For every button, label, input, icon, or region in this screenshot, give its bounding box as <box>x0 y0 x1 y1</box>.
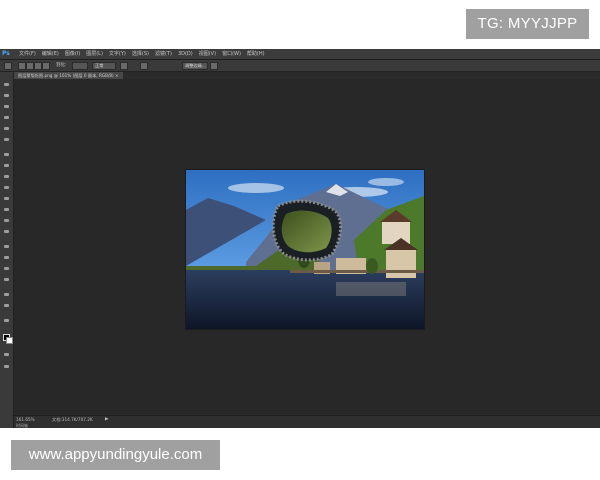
status-menu-arrow-icon[interactable]: ▶ <box>105 417 108 423</box>
menu-bar: Ps 文件(F) 编辑(E) 图像(I) 图层(L) 文字(Y) 选择(S) 滤… <box>0 49 600 60</box>
canvas-area[interactable] <box>14 79 600 414</box>
style-select-value: 正常 <box>95 63 104 68</box>
pen-tool-icon[interactable] <box>3 244 10 249</box>
edit-toolbar-icon[interactable] <box>3 318 10 323</box>
menu-3d[interactable]: 3D(D) <box>175 49 196 59</box>
eyedropper-tool-icon[interactable] <box>3 137 10 142</box>
refine-edge-button[interactable]: 调整边缘... <box>182 62 208 70</box>
dodge-tool-icon[interactable] <box>3 229 10 234</box>
refine-edge-label: 调整边缘... <box>185 63 206 68</box>
document-info: 文档:314.7K/707.2K <box>52 417 93 422</box>
healing-brush-tool-icon[interactable] <box>3 152 10 157</box>
status-bar: 161.65% 文档:314.7K/707.2K ▶ 时间轴 <box>14 415 600 428</box>
document-tab[interactable]: 图层蒙版抠图.png @ 161% (图层 0 副本, RGB/8) × <box>14 72 123 79</box>
screen-mode-icon[interactable] <box>3 364 10 369</box>
menu-help[interactable]: 帮助(H) <box>244 49 268 59</box>
options-extra-icon[interactable] <box>210 62 218 70</box>
menu-image[interactable]: 图像(I) <box>62 49 83 59</box>
lasso-tool-icon[interactable] <box>3 104 10 109</box>
feather-label: 羽化: <box>56 63 67 68</box>
menu-items: 文件(F) 编辑(E) 图像(I) 图层(L) 文字(Y) 选择(S) 滤镜(T… <box>16 49 268 59</box>
hand-tool-icon[interactable] <box>3 292 10 297</box>
add-selection-icon[interactable] <box>26 62 34 70</box>
blur-tool-icon[interactable] <box>3 218 10 223</box>
move-tool-icon[interactable] <box>3 82 10 87</box>
menu-window[interactable]: 窗口(W) <box>219 49 244 59</box>
menu-view[interactable]: 视图(V) <box>196 49 219 59</box>
new-selection-icon[interactable] <box>18 62 26 70</box>
quick-select-tool-icon[interactable] <box>3 115 10 120</box>
zoom-tool-icon[interactable] <box>3 303 10 308</box>
width-swap-icon[interactable] <box>120 62 128 70</box>
tool-preset-icon[interactable] <box>4 62 12 70</box>
menu-type[interactable]: 文字(Y) <box>106 49 129 59</box>
url-watermark: www.appyundingyule.com <box>11 440 220 470</box>
marquee-tool-icon[interactable] <box>3 93 10 98</box>
landscape-photo <box>185 169 425 330</box>
eraser-tool-icon[interactable] <box>3 196 10 201</box>
type-tool-icon[interactable] <box>3 255 10 260</box>
options-bar: 羽化: 正常 调整边缘... <box>0 60 600 72</box>
style-select[interactable]: 正常 <box>92 62 116 70</box>
photoshop-logo-icon: Ps <box>2 50 10 57</box>
history-brush-tool-icon[interactable] <box>3 185 10 190</box>
clone-stamp-tool-icon[interactable] <box>3 174 10 179</box>
subtract-selection-icon[interactable] <box>34 62 42 70</box>
path-select-tool-icon[interactable] <box>3 266 10 271</box>
menu-layer[interactable]: 图层(L) <box>83 49 106 59</box>
document-tabs: 图层蒙版抠图.png @ 161% (图层 0 副本, RGB/8) × <box>14 72 600 79</box>
menu-select[interactable]: 选择(S) <box>129 49 152 59</box>
brush-tool-icon[interactable] <box>3 163 10 168</box>
menu-edit[interactable]: 编辑(E) <box>39 49 62 59</box>
tools-panel <box>0 72 14 428</box>
crop-tool-icon[interactable] <box>3 126 10 131</box>
quick-mask-icon[interactable] <box>3 352 10 357</box>
shape-tool-icon[interactable] <box>3 277 10 282</box>
timeline-tab[interactable]: 时间轴 <box>16 423 28 428</box>
height-icon[interactable] <box>140 62 148 70</box>
background-color-swatch[interactable] <box>6 337 13 344</box>
feather-input[interactable] <box>72 62 88 70</box>
menu-filter[interactable]: 滤镜(T) <box>152 49 175 59</box>
intersect-selection-icon[interactable] <box>42 62 50 70</box>
telegram-watermark: TG: MYYJJPP <box>466 9 589 39</box>
menu-file[interactable]: 文件(F) <box>16 49 39 59</box>
photoshop-window: Ps 文件(F) 编辑(E) 图像(I) 图层(L) 文字(Y) 选择(S) 滤… <box>0 49 600 428</box>
gradient-tool-icon[interactable] <box>3 207 10 212</box>
